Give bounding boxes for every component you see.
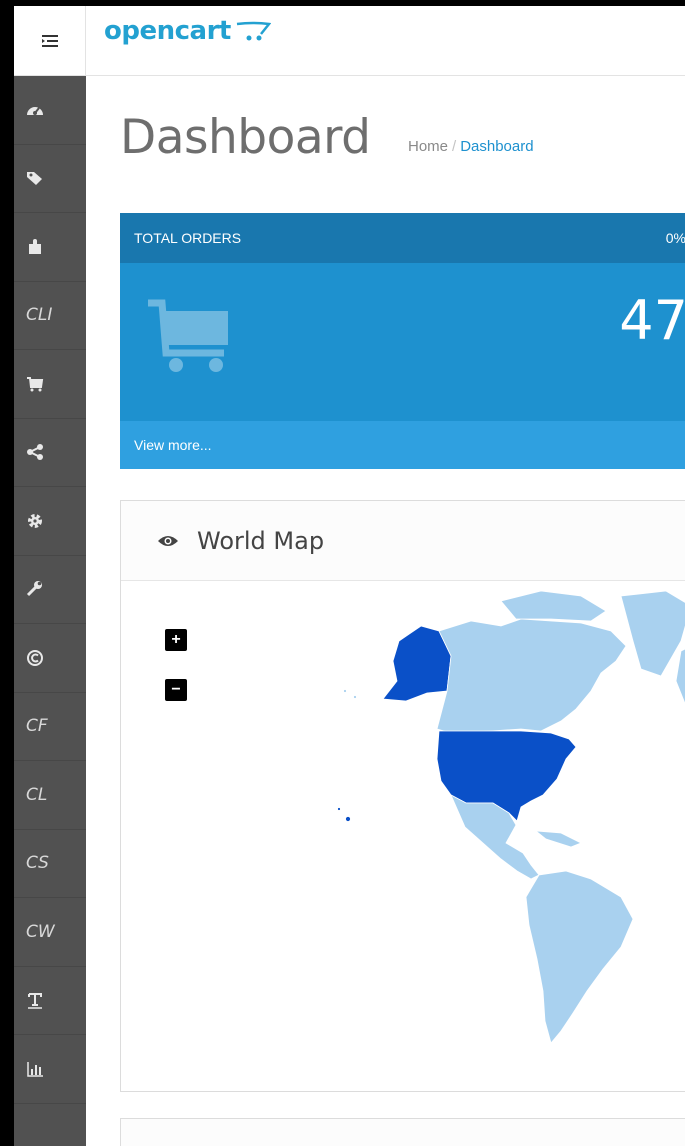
breadcrumb-home-link[interactable]: Home xyxy=(408,138,448,155)
tile-body: 47 xyxy=(120,263,685,421)
world-map-panel: World Map + − xyxy=(120,500,685,1092)
sidebar-item-tools[interactable] xyxy=(14,556,86,624)
sidebar-item-cs[interactable]: CS xyxy=(14,830,86,898)
sidebar-item-extensions[interactable] xyxy=(14,213,86,282)
sidebar-item-label: CLI xyxy=(26,305,53,326)
sidebar-item-label: CW xyxy=(26,921,55,942)
copyright-icon xyxy=(27,649,43,666)
sidebar-item-marketing[interactable] xyxy=(14,419,86,487)
world-map-svg xyxy=(337,590,685,1044)
sidebar-item-sales[interactable] xyxy=(14,350,86,419)
breadcrumb-separator: / xyxy=(452,138,457,155)
sidebar-item-system[interactable] xyxy=(14,487,86,556)
sidebar: CLI CF CL CS CW xyxy=(14,76,86,1146)
gear-icon xyxy=(28,513,42,528)
share-icon xyxy=(27,444,43,461)
menu-toggle-button[interactable] xyxy=(14,6,86,76)
sidebar-item-cw[interactable]: CW xyxy=(14,898,86,967)
total-orders-tile: TOTAL ORDERS 0% 47 View more... xyxy=(120,213,685,469)
sidebar-item-text-format[interactable] xyxy=(14,967,86,1035)
bar-chart-icon xyxy=(27,1061,43,1077)
sidebar-item-dashboard[interactable] xyxy=(14,76,86,145)
tile-heading: TOTAL ORDERS 0% xyxy=(120,213,685,263)
map-region-arctic xyxy=(500,590,607,622)
logo-cart-icon xyxy=(236,21,271,41)
top-header: opencart xyxy=(14,6,685,76)
puzzle-icon xyxy=(29,238,41,254)
sidebar-item-cl[interactable]: CL xyxy=(14,761,86,830)
panel-title: World Map xyxy=(197,526,325,555)
sidebar-item-copyright[interactable] xyxy=(14,624,86,693)
map-region-canada xyxy=(436,618,627,734)
app-window: opencart CLI CF CL CS CW Dashboard Home … xyxy=(0,0,685,1146)
total-orders-value: 47 xyxy=(619,289,685,352)
sidebar-item-reports[interactable] xyxy=(14,1035,86,1104)
world-map[interactable]: + − xyxy=(121,581,685,1091)
sidebar-item-catalog[interactable] xyxy=(14,145,86,213)
map-region-greenland xyxy=(620,590,685,677)
main-content: Dashboard Home / Dashboard TOTAL ORDERS 0%… xyxy=(86,76,685,1146)
sidebar-item-cli[interactable]: CLI xyxy=(14,282,86,350)
opencart-logo[interactable]: opencart xyxy=(104,16,271,46)
sidebar-item-cf[interactable]: CF xyxy=(14,693,86,761)
panel-heading: World Map xyxy=(121,501,685,581)
wrench-icon xyxy=(26,581,42,597)
cart-icon xyxy=(27,376,44,392)
recent-activity-panel xyxy=(120,1118,685,1146)
map-region-mexico xyxy=(450,794,540,880)
map-region-europe xyxy=(675,648,685,705)
map-region-south-america xyxy=(525,870,634,1044)
tile-title: TOTAL ORDERS xyxy=(134,230,242,246)
page-title: Dashboard xyxy=(120,110,371,165)
breadcrumb-current-link[interactable]: Dashboard xyxy=(460,138,533,155)
shopping-cart-icon xyxy=(148,299,228,372)
dashboard-icon xyxy=(27,106,43,115)
map-region-hawaii xyxy=(345,816,351,822)
sidebar-item-label: CL xyxy=(26,784,48,805)
map-region-island xyxy=(337,807,341,811)
eye-icon xyxy=(158,535,178,546)
map-region-island xyxy=(343,689,347,693)
text-format-icon xyxy=(28,993,42,1009)
hamburger-icon xyxy=(41,35,58,47)
logo-text: opencart xyxy=(104,16,231,46)
tile-percent: 0% xyxy=(665,230,685,246)
sidebar-item-label: CF xyxy=(26,716,48,737)
view-more-link[interactable]: View more... xyxy=(120,421,685,469)
map-region-alaska xyxy=(382,625,452,702)
tags-icon xyxy=(27,172,42,186)
map-region-caribbean xyxy=(534,830,582,848)
breadcrumb: Home / Dashboard xyxy=(408,138,534,155)
sidebar-item-label: CS xyxy=(26,853,49,874)
map-region-island xyxy=(353,695,357,699)
